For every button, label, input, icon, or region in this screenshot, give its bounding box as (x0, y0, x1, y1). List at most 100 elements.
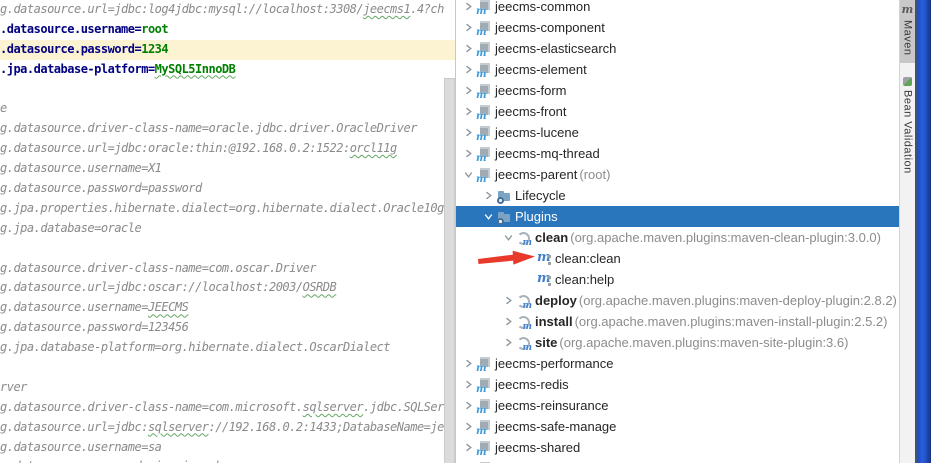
code-text: .4?ch (410, 2, 444, 16)
chevron-collapsed-icon[interactable] (460, 419, 476, 435)
bean-validation-tool-tab[interactable]: Bean Validation (900, 72, 915, 181)
editor-line[interactable]: g.datasource.driver-class-name=com.oscar… (0, 259, 448, 279)
chevron-collapsed-icon[interactable] (460, 41, 476, 57)
tree-row-jeecms-reinsurance[interactable]: m jeecms-reinsurance (456, 395, 899, 416)
editor-line[interactable]: .jpa.database-platform=MySQL5InnoDB (0, 60, 448, 80)
code-text: orcl11g (349, 141, 398, 156)
plugin-icon: m (516, 335, 532, 353)
tree-row-jeecms-common[interactable]: m jeecms-common (456, 0, 899, 17)
chevron-collapsed-icon[interactable] (460, 440, 476, 456)
chevron-collapsed-icon[interactable] (460, 83, 476, 99)
module-icon: m (476, 398, 492, 416)
chevron-collapsed-icon[interactable] (460, 104, 476, 120)
chevron-collapsed-icon[interactable] (460, 356, 476, 372)
tree-row-site[interactable]: m site (org.apache.maven.plugins:maven-si… (456, 332, 899, 353)
maven-panel: m jeecms-common m jeecms-component m jeecms-e… (456, 0, 899, 463)
tree-row-clean-help[interactable]: m clean:help (456, 269, 899, 290)
editor-line[interactable] (0, 80, 448, 100)
tree-row-jeecms-front[interactable]: m jeecms-front (456, 101, 899, 122)
chevron-collapsed-icon[interactable] (500, 335, 516, 351)
tree-item-label: jeecms-form (495, 83, 567, 98)
editor-line[interactable]: .datasource.password=1234 (0, 40, 448, 60)
chevron-collapsed-icon[interactable] (460, 125, 476, 141)
code-text: g.datasource.driver-class-name=oracle.jd… (0, 121, 417, 136)
code-text: g.datasource.password=mingming_chen (0, 459, 236, 463)
chevron-expanded-icon[interactable] (480, 209, 496, 225)
tree-item-detail: (org.apache.maven.plugins:maven-deploy-p… (578, 293, 897, 308)
code-text: .jdbc.SQLSer (363, 399, 444, 414)
tree-row-jeecms-shared[interactable]: m jeecms-shared (456, 437, 899, 458)
tree-item-detail: (org.apache.maven.plugins:maven-install-… (574, 314, 888, 329)
tree-row-item[interactable]: m (456, 458, 899, 463)
editor-line[interactable]: g.datasource.password=mingming_chen (0, 457, 448, 463)
tree-row-jeecms-elasticsearch[interactable]: m jeecms-elasticsearch (456, 38, 899, 59)
tree-item-label: clean:help (555, 272, 615, 287)
chevron-collapsed-icon[interactable] (460, 62, 476, 78)
editor-line[interactable]: g.datasource.driver-class-name=com.micro… (0, 398, 448, 418)
editor-line[interactable]: g.datasource.url=jdbc:sqlserver://192.16… (0, 418, 448, 438)
chevron-collapsed-icon[interactable] (480, 188, 496, 204)
editor-text-area[interactable]: g.datasource.url=jdbc:log4jdbc:mysql://l… (0, 0, 448, 463)
tree-row-jeecms-component[interactable]: m jeecms-component (456, 17, 899, 38)
chevron-collapsed-icon[interactable] (500, 314, 516, 330)
code-text: rver (0, 379, 27, 394)
tree-item-label: Plugins (515, 209, 558, 224)
chevron-collapsed-icon[interactable] (500, 293, 516, 309)
tree-item-detail: (org.apache.maven.plugins:maven-clean-pl… (570, 230, 881, 245)
code-text: root (141, 21, 169, 36)
editor-line[interactable]: g.jpa.database=oracle (0, 219, 448, 239)
tree-row-clean[interactable]: m clean (org.apache.maven.plugins:maven-c… (456, 227, 899, 248)
editor-line[interactable]: g.datasource.url=jdbc:oracle:thin:@192.1… (0, 139, 448, 159)
chevron-collapsed-icon[interactable] (460, 0, 476, 15)
editor-line[interactable]: g.datasource.url=jdbc:oscar://localhost:… (0, 278, 448, 298)
tree-row-jeecms-redis[interactable]: m jeecms-redis (456, 374, 899, 395)
properties-editor[interactable]: g.datasource.url=jdbc:log4jdbc:mysql://l… (0, 0, 456, 463)
editor-line[interactable]: g.datasource.username=X1 (0, 159, 448, 179)
editor-line[interactable]: g.datasource.password=123456 (0, 318, 448, 338)
tree-row-plugins[interactable]: Plugins (456, 206, 899, 227)
chevron-expanded-icon[interactable] (500, 230, 516, 246)
code-text: g.datasource.url=jdbc:log4jdbc:mysql://l… (0, 2, 364, 16)
editor-line[interactable]: e (0, 99, 448, 119)
editor-line[interactable]: .datasource.username=root (0, 20, 448, 40)
editor-line[interactable]: g.datasource.username=JEECMS (0, 298, 448, 318)
tree-item-label: site (535, 335, 558, 350)
tree-item-label: jeecms-elasticsearch (495, 41, 617, 56)
editor-line[interactable] (0, 239, 448, 259)
editor-line[interactable]: g.datasource.driver-class-name=oracle.jd… (0, 119, 448, 139)
window-edge-strip (915, 0, 931, 463)
maven-tool-tab[interactable]: m Maven (900, 0, 915, 63)
tree-row-jeecms-element[interactable]: m jeecms-element (456, 59, 899, 80)
chevron-expanded-icon[interactable] (460, 167, 476, 183)
chevron-collapsed-icon[interactable] (460, 398, 476, 414)
tree-row-jeecms-safe-manage[interactable]: m jeecms-safe-manage (456, 416, 899, 437)
chevron-collapsed-icon[interactable] (460, 146, 476, 162)
tree-row-jeecms-mq-thread[interactable]: m jeecms-mq-thread (456, 143, 899, 164)
maven-m-icon: m (901, 3, 914, 16)
tree-row-deploy[interactable]: m deploy (org.apache.maven.plugins:maven-… (456, 290, 899, 311)
editor-line[interactable] (0, 358, 448, 378)
tree-row-lifecycle[interactable]: Lifecycle (456, 185, 899, 206)
goal-icon: m (537, 270, 551, 286)
tree-row-jeecms-form[interactable]: m jeecms-form (456, 80, 899, 101)
code-text: jeecms1 (363, 2, 411, 16)
code-text: JEECMS (147, 300, 189, 315)
editor-line[interactable]: rver (0, 378, 448, 398)
editor-line[interactable]: g.jpa.properties.hibernate.dialect=org.h… (0, 199, 448, 219)
code-text: 1234 (141, 41, 169, 56)
code-text: g.datasource.driver-class-name=com.micro… (0, 399, 303, 414)
editor-line[interactable]: g.jpa.database-platform=org.hibernate.di… (0, 338, 448, 358)
chevron-collapsed-icon[interactable] (460, 377, 476, 393)
code-text: g.jpa.database-platform=org.hibernate.di… (0, 340, 391, 355)
tree-row-install[interactable]: m install (org.apache.maven.plugins:maven… (456, 311, 899, 332)
tree-row-jeecms-performance[interactable]: m jeecms-performance (456, 353, 899, 374)
tree-row-jeecms-parent[interactable]: m jeecms-parent (root) (456, 164, 899, 185)
editor-line[interactable]: g.datasource.password=password (0, 179, 448, 199)
chevron-collapsed-icon[interactable] (460, 20, 476, 36)
tree-item-label: clean (535, 230, 569, 245)
editor-scrollbar[interactable] (444, 78, 455, 463)
tree-row-jeecms-lucene[interactable]: m jeecms-lucene (456, 122, 899, 143)
editor-line[interactable]: g.datasource.username=sa (0, 438, 448, 458)
editor-line[interactable]: g.datasource.url=jdbc:log4jdbc:mysql://l… (0, 0, 448, 20)
tree-item-label: jeecms-shared (495, 440, 581, 455)
